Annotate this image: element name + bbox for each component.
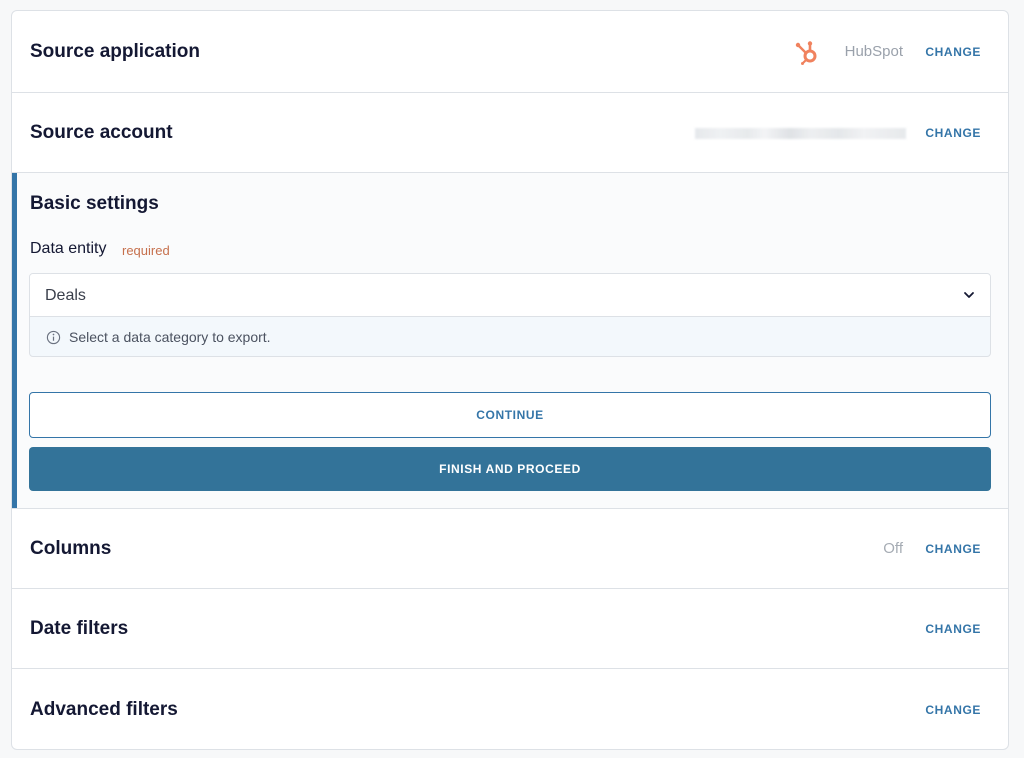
- change-columns-button[interactable]: CHANGE: [925, 509, 981, 589]
- chevron-down-icon: [964, 292, 974, 298]
- section-title: Basic settings: [30, 193, 159, 214]
- finish-and-proceed-button[interactable]: FINISH AND PROCEED: [29, 447, 991, 491]
- active-section-indicator: [12, 173, 17, 508]
- data-entity-selected-value: Deals: [45, 287, 86, 304]
- source-application-section: Source application HubSpot CHANGE: [12, 11, 1008, 93]
- columns-status: Off: [883, 540, 903, 557]
- basic-settings-section: Basic settings Data entity required Deal…: [12, 173, 1008, 509]
- source-account-section: Source account CHANGE: [12, 93, 1008, 173]
- section-title: Date filters: [30, 618, 129, 639]
- info-icon: [46, 330, 61, 344]
- data-entity-select[interactable]: Deals: [30, 274, 990, 317]
- advanced-filters-section: Advanced filters CHANGE: [12, 669, 1008, 749]
- blurred-account-name: [695, 128, 906, 139]
- change-date-filters-button[interactable]: CHANGE: [925, 589, 981, 669]
- section-title: Advanced filters: [30, 699, 178, 720]
- settings-card: Source application HubSpot CHANGE Source…: [11, 10, 1009, 750]
- field-hint: Select a data category to export.: [46, 317, 271, 356]
- section-title: Columns: [30, 538, 112, 559]
- columns-section: Columns Off CHANGE: [12, 509, 1008, 589]
- source-application-value: HubSpot: [844, 43, 903, 60]
- field-hint-text: Select a data category to export.: [69, 329, 271, 345]
- continue-button[interactable]: CONTINUE: [29, 392, 991, 438]
- section-title: Source application: [30, 41, 200, 62]
- date-filters-section: Date filters CHANGE: [12, 589, 1008, 669]
- change-advanced-filters-button[interactable]: CHANGE: [925, 669, 981, 749]
- required-indicator: required: [122, 243, 170, 258]
- data-entity-label: Data entity: [30, 240, 107, 257]
- data-entity-field: Deals Select a data category to export.: [29, 273, 991, 357]
- change-source-application-button[interactable]: CHANGE: [925, 11, 981, 93]
- section-title: Source account: [30, 122, 173, 143]
- hubspot-logo-icon: [795, 41, 817, 65]
- change-source-account-button[interactable]: CHANGE: [925, 93, 981, 173]
